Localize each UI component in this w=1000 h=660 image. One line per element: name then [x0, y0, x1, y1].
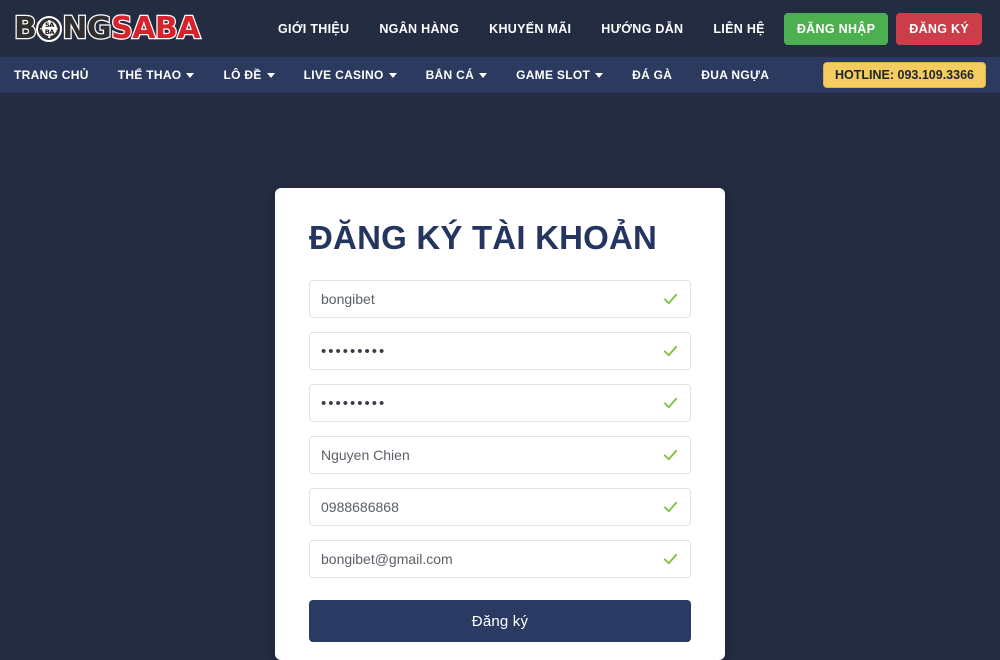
logo-badge-line2: BA	[44, 27, 55, 36]
subnav-item-dua-ngua[interactable]: ĐUA NGỰA	[701, 68, 769, 82]
page-title: ĐĂNG KÝ TÀI KHOẢN	[309, 219, 658, 256]
chevron-down-icon	[266, 73, 275, 78]
subnav-label-dua-ngua: ĐUA NGỰA	[701, 68, 770, 82]
subnav-label-live-casino: LIVE CASINO	[303, 68, 384, 82]
subnav-item-da-ga[interactable]: ĐÁ GÀ	[632, 68, 672, 82]
nav-item-khuyen-mai[interactable]: KHUYẾN MÃI	[489, 22, 571, 36]
top-header: B SA BA NG SABA GIỚI THIỆU NGÂN HÀNG KHUYẾN …	[0, 0, 1000, 57]
nav-item-gioi-thieu[interactable]: GIỚI THIỆU	[278, 22, 349, 36]
secondary-nav-items: TRANG CHỦ THỂ THAO LÔ ĐỀ LIVE CASINO BẮN…	[14, 68, 769, 82]
logo-text-saba: SABA	[110, 10, 202, 46]
field-phone	[309, 488, 691, 527]
hotline-badge[interactable]: HOTLINE: 093.109.3366	[823, 62, 986, 88]
main-nav: GIỚI THIỆU NGÂN HÀNG KHUYẾN MÃI HƯỚNG DẪ…	[278, 22, 765, 36]
page-body: ĐĂNG KÝ TÀI KHOẢN bongibet Nguyen Chien …	[0, 93, 1000, 660]
subnav-item-lo-de[interactable]: LÔ ĐỀ	[223, 68, 275, 82]
field-email	[309, 540, 691, 579]
secondary-nav: TRANG CHỦ THỂ THAO LÔ ĐỀ LIVE CASINO BẮN…	[0, 57, 1000, 93]
confirm-password-input[interactable]	[309, 384, 691, 423]
chevron-down-icon	[388, 73, 397, 78]
field-confirm-password	[309, 384, 691, 423]
subnav-label-ban-ca: BẮN CÁ	[425, 68, 475, 82]
chevron-down-icon	[186, 73, 195, 78]
nav-item-huong-dan[interactable]: HƯỚNG DẪN	[601, 22, 683, 36]
subnav-item-live-casino[interactable]: LIVE CASINO	[304, 68, 397, 82]
chevron-down-icon	[479, 73, 488, 78]
field-fullname	[309, 436, 691, 475]
field-username	[309, 280, 691, 319]
field-password	[309, 332, 691, 371]
subnav-item-game-slot[interactable]: GAME SLOT	[516, 68, 604, 82]
nav-item-ngan-hang[interactable]: NGÂN HÀNG	[379, 22, 459, 36]
subnav-item-the-thao[interactable]: THỂ THAO	[118, 68, 195, 82]
subnav-label-lo-de: LÔ ĐỀ	[223, 68, 262, 82]
signup-button[interactable]: ĐĂNG KÝ	[896, 12, 982, 45]
register-submit-button[interactable]: Đăng ký	[309, 600, 691, 643]
auth-buttons: ĐĂNG NHẬP ĐĂNG KÝ	[783, 12, 982, 45]
username-input[interactable]	[309, 280, 691, 319]
subnav-label-trang-chu: TRANG CHỦ	[14, 68, 89, 82]
subnav-label-game-slot: GAME SLOT	[516, 68, 591, 82]
subnav-item-ban-ca[interactable]: BẮN CÁ	[425, 68, 488, 82]
password-input[interactable]	[309, 332, 691, 371]
subnav-item-trang-chu[interactable]: TRANG CHỦ	[14, 68, 89, 82]
login-button[interactable]: ĐĂNG NHẬP	[783, 12, 889, 45]
email-input[interactable]	[309, 540, 691, 579]
nav-item-lien-he[interactable]: LIÊN HỆ	[713, 22, 764, 36]
subnav-label-the-thao: THỂ THAO	[117, 68, 182, 82]
logo-wordmark: B SA BA NG SABA	[13, 10, 202, 46]
phone-input[interactable]	[309, 488, 691, 527]
fullname-input[interactable]	[309, 436, 691, 475]
site-logo[interactable]: B SA BA NG SABA	[13, 10, 202, 47]
register-card: ĐĂNG KÝ TÀI KHOẢN bongibet Nguyen Chien …	[275, 188, 725, 660]
subnav-label-da-ga: ĐÁ GÀ	[632, 68, 673, 82]
logo-badge-text: SA BA	[41, 21, 57, 36]
card-bottom-spacer	[309, 642, 691, 660]
logo-text-ng: NG	[61, 10, 113, 46]
logo-saba-badge-icon: SA BA	[36, 15, 63, 42]
logo-text-bong: B	[13, 10, 38, 46]
chevron-down-icon	[595, 73, 604, 78]
